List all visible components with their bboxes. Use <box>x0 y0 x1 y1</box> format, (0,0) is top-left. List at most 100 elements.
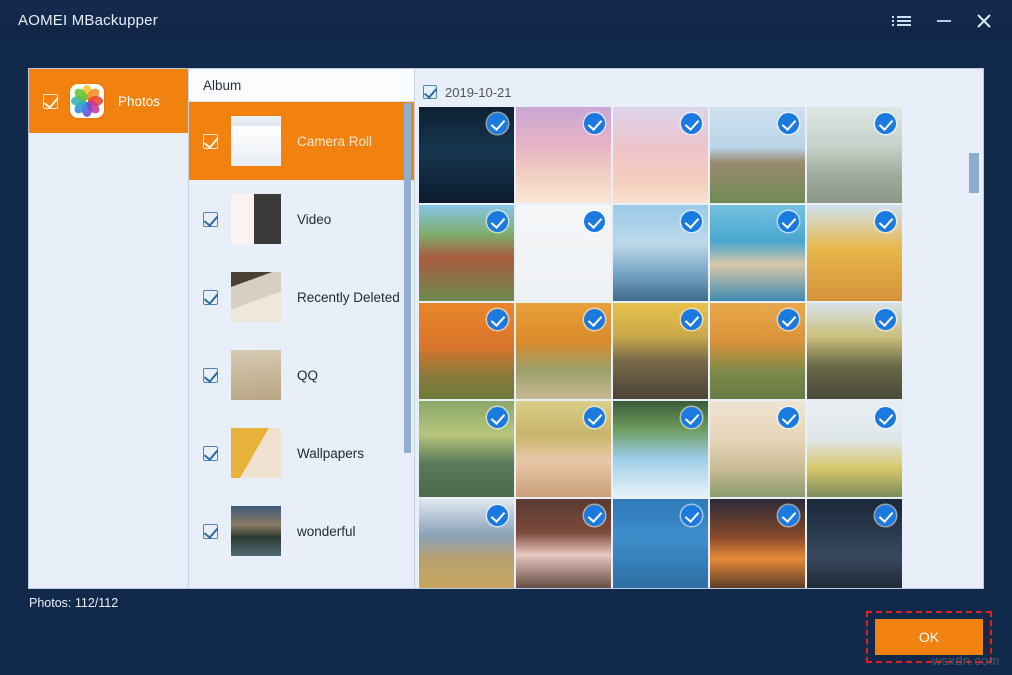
photo-thumbnail[interactable] <box>807 401 902 497</box>
album-thumbnail <box>231 350 281 400</box>
photo-thumbnail[interactable] <box>613 205 708 301</box>
photo-thumbnail[interactable] <box>710 401 805 497</box>
album-row[interactable]: Video <box>189 180 414 258</box>
album-checkbox[interactable] <box>203 134 218 149</box>
photo-selected-check-icon[interactable] <box>875 505 896 526</box>
album-thumbnail <box>231 506 281 556</box>
photo-selected-check-icon[interactable] <box>487 113 508 134</box>
date-group-header[interactable]: 2019-10-21 <box>415 79 983 105</box>
photo-thumbnail[interactable] <box>710 499 805 588</box>
photo-thumbnail[interactable] <box>516 401 611 497</box>
album-scrollbar-thumb[interactable] <box>404 103 411 453</box>
photo-selected-check-icon[interactable] <box>875 309 896 330</box>
photo-selected-check-icon[interactable] <box>584 505 605 526</box>
photo-thumbnail[interactable] <box>807 499 902 588</box>
source-column: Photos <box>29 69 189 588</box>
photo-selected-check-icon[interactable] <box>681 211 702 232</box>
minimize-button[interactable] <box>924 5 964 37</box>
menu-list-icon <box>897 14 911 28</box>
album-thumbnail <box>231 272 281 322</box>
date-group-label: 2019-10-21 <box>445 85 512 100</box>
photo-selected-check-icon[interactable] <box>681 407 702 428</box>
photos-app-icon <box>70 84 104 118</box>
album-header: Album <box>189 69 414 102</box>
album-thumbnail <box>231 194 281 244</box>
photo-selected-check-icon[interactable] <box>778 505 799 526</box>
photos-checkbox[interactable] <box>43 94 58 109</box>
photo-selected-check-icon[interactable] <box>584 407 605 428</box>
title-bar: AOMEI MBackupper <box>0 0 1012 41</box>
photo-thumbnail[interactable] <box>613 499 708 588</box>
photo-thumbnail[interactable] <box>419 303 514 399</box>
photo-selected-check-icon[interactable] <box>681 309 702 330</box>
sidebar-item-label: Photos <box>118 94 160 109</box>
photo-selected-check-icon[interactable] <box>681 505 702 526</box>
photo-thumbnail[interactable] <box>516 499 611 588</box>
photo-selected-check-icon[interactable] <box>778 309 799 330</box>
photo-thumbnail[interactable] <box>613 303 708 399</box>
photo-selected-check-icon[interactable] <box>778 211 799 232</box>
album-row[interactable]: Camera Roll <box>189 102 414 180</box>
photo-selected-check-icon[interactable] <box>681 113 702 134</box>
close-icon <box>976 13 992 29</box>
album-checkbox[interactable] <box>203 290 218 305</box>
photo-thumbnail[interactable] <box>419 205 514 301</box>
photo-thumbnail[interactable] <box>710 205 805 301</box>
photo-thumbnail[interactable] <box>710 107 805 203</box>
album-checkbox[interactable] <box>203 368 218 383</box>
photo-thumbnail[interactable] <box>419 401 514 497</box>
photo-selected-check-icon[interactable] <box>584 211 605 232</box>
photo-thumbnail[interactable] <box>419 499 514 588</box>
photo-selected-check-icon[interactable] <box>875 113 896 134</box>
photo-thumbnail[interactable] <box>807 205 902 301</box>
photo-thumbnail[interactable] <box>807 303 902 399</box>
photo-selected-check-icon[interactable] <box>875 211 896 232</box>
album-row[interactable]: Recently Deleted <box>189 258 414 336</box>
photo-count-label: Photos: 112/112 <box>29 596 118 610</box>
photo-selected-check-icon[interactable] <box>487 505 508 526</box>
album-row[interactable]: Wallpapers <box>189 414 414 492</box>
album-row[interactable]: QQ <box>189 336 414 414</box>
photo-selected-check-icon[interactable] <box>487 407 508 428</box>
album-checkbox[interactable] <box>203 212 218 227</box>
photo-thumbnail[interactable] <box>613 107 708 203</box>
album-column: Album Camera Roll Video Recently Deleted QQ… <box>189 69 415 588</box>
photo-selected-check-icon[interactable] <box>487 211 508 232</box>
watermark-text: wsxdn.com <box>932 653 1000 668</box>
album-checkbox[interactable] <box>203 446 218 461</box>
album-label: QQ <box>297 368 318 383</box>
photo-selected-check-icon[interactable] <box>778 113 799 134</box>
date-group-checkbox[interactable] <box>423 85 437 99</box>
photo-thumbnail[interactable] <box>419 107 514 203</box>
photo-selected-check-icon[interactable] <box>778 407 799 428</box>
photo-selected-check-icon[interactable] <box>584 113 605 134</box>
album-label: Camera Roll <box>297 134 372 149</box>
photo-thumbnail[interactable] <box>710 303 805 399</box>
sidebar-item-photos[interactable]: Photos <box>29 69 188 133</box>
ok-button[interactable]: OK <box>875 619 983 655</box>
photo-thumbnail[interactable] <box>807 107 902 203</box>
album-label: Wallpapers <box>297 446 364 461</box>
album-checkbox[interactable] <box>203 524 218 539</box>
close-button[interactable] <box>964 5 1004 37</box>
photo-grid-scrollbar-thumb[interactable] <box>969 153 979 193</box>
photo-selected-check-icon[interactable] <box>584 309 605 330</box>
photo-selected-check-icon[interactable] <box>875 407 896 428</box>
album-label: wonderful <box>297 524 356 539</box>
photo-thumbnail[interactable] <box>516 303 611 399</box>
album-thumbnail <box>231 428 281 478</box>
album-list: Camera Roll Video Recently Deleted QQ Wallpa… <box>189 102 414 570</box>
photo-thumbnail[interactable] <box>516 107 611 203</box>
album-row[interactable]: wonderful <box>189 492 414 570</box>
photo-thumbnail[interactable] <box>516 205 611 301</box>
photo-grid <box>419 107 909 588</box>
app-title: AOMEI MBackupper <box>18 12 158 29</box>
photo-grid-column: 2019-10-21 <box>415 69 983 588</box>
photo-selected-check-icon[interactable] <box>487 309 508 330</box>
album-thumbnail <box>231 116 281 166</box>
menu-list-button[interactable] <box>884 5 924 37</box>
album-label: Video <box>297 212 331 227</box>
photo-thumbnail[interactable] <box>613 401 708 497</box>
status-bar: Photos: 112/112 <box>0 589 1012 675</box>
album-label: Recently Deleted <box>297 290 400 305</box>
